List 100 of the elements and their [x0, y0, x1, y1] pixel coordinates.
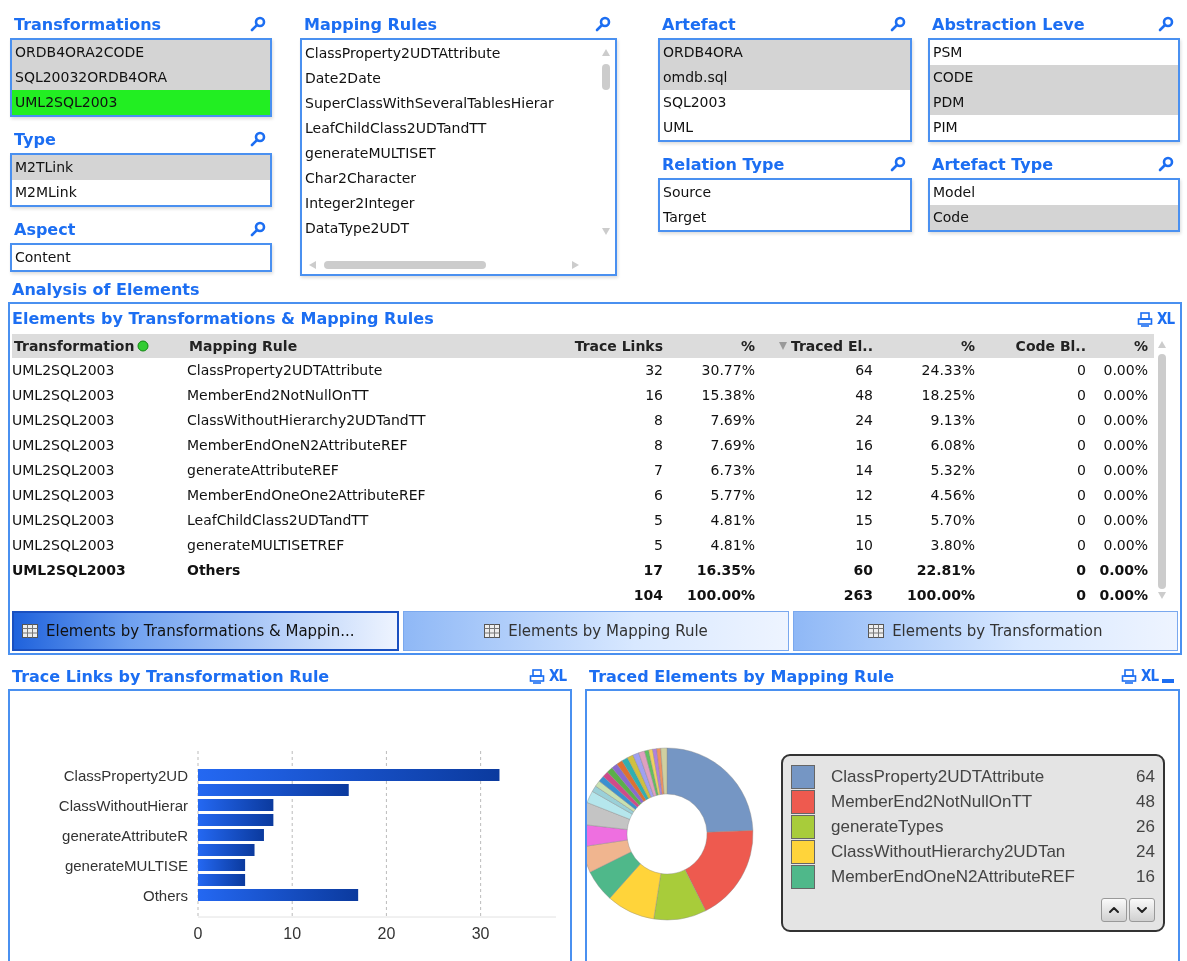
legend-value: 16 [1136, 866, 1155, 887]
table-cell-text: 15 [854, 512, 874, 529]
list-item[interactable]: PIM [930, 115, 1178, 140]
table-cell-text: 5 [653, 512, 664, 529]
search-icon[interactable] [249, 130, 266, 148]
table-cell-text: 18.25% [920, 387, 976, 404]
list-item[interactable]: Source [660, 180, 910, 205]
table-cell-text: 0 [1075, 562, 1087, 579]
x-tick: 0 [193, 750, 203, 942]
legend-value: 48 [1136, 791, 1155, 812]
list-item[interactable]: ORDB4ORA [660, 40, 910, 65]
printer-icon[interactable] [1121, 668, 1137, 684]
section-title: Analysis of Elements [11, 279, 201, 300]
search-icon[interactable] [594, 15, 611, 33]
table-cell-text: Others [187, 562, 242, 579]
legend-value: 24 [1136, 841, 1155, 862]
bar [198, 859, 246, 871]
table-cell-text: 6 [653, 487, 664, 504]
table-cell-text: 15.38% [700, 387, 756, 404]
scroll-up-button[interactable] [1101, 898, 1127, 922]
column-header[interactable]: Code Bl.. [1015, 337, 1086, 354]
category-label: ClassProperty2UD [63, 767, 188, 784]
table-cell-text: LeafChildClass2UDTandTT [187, 512, 370, 529]
list-item[interactable]: ORDB4ORA2CODE [12, 40, 270, 65]
table-cell-text: 10 [854, 537, 874, 554]
printer-icon[interactable] [1137, 310, 1153, 327]
table-cell-text: UML2SQL2003 [12, 487, 116, 504]
table-cell-text: generateAttributeREF [187, 462, 340, 479]
table-cell-text: UML2SQL2003 [12, 437, 116, 454]
table-cell-text: 0 [1075, 587, 1087, 604]
search-icon[interactable] [1157, 155, 1174, 173]
column-header[interactable]: Traced El.. [790, 337, 873, 354]
column-header[interactable]: Mapping Rule [189, 337, 298, 354]
tab[interactable]: Elements by Mapping Rule [403, 610, 789, 651]
chart-title: Trace Links by Transformation Rule [12, 666, 330, 686]
list-item[interactable]: UML2SQL2003 [12, 90, 270, 115]
donut-slice [589, 851, 641, 899]
list-item[interactable]: omdb.sql [660, 65, 910, 90]
search-icon[interactable] [1157, 15, 1174, 33]
table-cell-text: MemberEndOneN2AttributeREF [187, 437, 409, 454]
column-header[interactable]: % [960, 337, 975, 354]
printer-icon[interactable] [529, 668, 545, 684]
table-cell-text: 0 [1076, 462, 1087, 479]
export-button[interactable]: XL [549, 667, 566, 685]
x-tick-label: 30 [471, 925, 490, 942]
column-header[interactable]: % [1133, 337, 1148, 354]
list-item[interactable]: SQL20032ORDB4ORA [12, 65, 270, 90]
table-cell-text: 0.00% [1098, 587, 1149, 604]
table-cell-text: 4.81% [709, 537, 756, 554]
table-cell-text: UML2SQL2003 [12, 462, 116, 479]
column-header[interactable]: % [740, 337, 755, 354]
list-item[interactable]: M2MLink [12, 180, 270, 205]
column-header[interactable]: Trace Links [574, 337, 663, 354]
list-item[interactable]: M2TLink [12, 155, 270, 180]
table-cell-text: 0.00% [1102, 437, 1149, 454]
table-cell-text: 48 [854, 387, 874, 404]
export-button[interactable]: XL [1157, 309, 1174, 328]
tab[interactable]: Elements by Transformation [792, 610, 1178, 651]
list-item[interactable]: PSM [930, 40, 1178, 65]
export-button[interactable]: XL [1141, 667, 1158, 685]
list-item[interactable]: CODE [930, 65, 1178, 90]
table-cell-text: 100.00% [905, 587, 976, 604]
table-cell-text: 6.73% [709, 462, 756, 479]
table-cell-text: 14 [854, 462, 874, 479]
search-icon[interactable] [889, 155, 906, 173]
table-cell-text: 24.33% [920, 362, 976, 379]
table-cell-text: ClassProperty2UDTAttribute [187, 362, 384, 379]
table-cell-text: 7 [653, 462, 664, 479]
legend-label: MemberEnd2NotNullOnTT [831, 791, 1034, 812]
legend-value: 64 [1136, 766, 1155, 787]
panel-title: Elements by Transformations & Mapping Rules [12, 309, 434, 329]
list-item[interactable]: Code [930, 205, 1178, 230]
list-title: Mapping Rules [304, 14, 438, 34]
list-item[interactable]: UML [660, 115, 910, 140]
legend-label: generateTypes [831, 816, 945, 837]
list-item[interactable]: Content [12, 245, 270, 270]
search-icon[interactable] [249, 15, 266, 33]
table-cell-text: 0.00% [1102, 537, 1149, 554]
table-cell-text: 5.77% [709, 487, 756, 504]
table-cell-text: 3.80% [929, 537, 976, 554]
legend-label: ClassProperty2UDTAttribute [831, 766, 1046, 787]
table-cell-text: 0.00% [1102, 487, 1149, 504]
table-cell-text: 263 [842, 587, 874, 604]
table-cell-text: 4.81% [709, 512, 756, 529]
column-header[interactable]: Transformation [14, 337, 135, 354]
search-icon[interactable] [889, 15, 906, 33]
tab[interactable]: Elements by Transformations & Mappin... [12, 610, 400, 651]
list-item[interactable]: PDM [930, 90, 1178, 115]
scroll-down-button[interactable] [1129, 898, 1155, 922]
table-cell-text: 0.00% [1102, 512, 1149, 529]
table-cell-text: MemberEnd2NotNullOnTT [187, 387, 370, 404]
bar [198, 844, 255, 856]
table-cell-text: ClassWithoutHierarchy2UDTandTT [187, 412, 427, 429]
search-icon[interactable] [249, 220, 266, 238]
list-item[interactable]: Model [930, 180, 1178, 205]
list-item[interactable]: Target [660, 205, 910, 230]
table-cell-text: 0 [1076, 362, 1087, 379]
table-icon [868, 623, 885, 638]
table-cell-text: UML2SQL2003 [12, 362, 116, 379]
list-item[interactable]: SQL2003 [660, 90, 910, 115]
